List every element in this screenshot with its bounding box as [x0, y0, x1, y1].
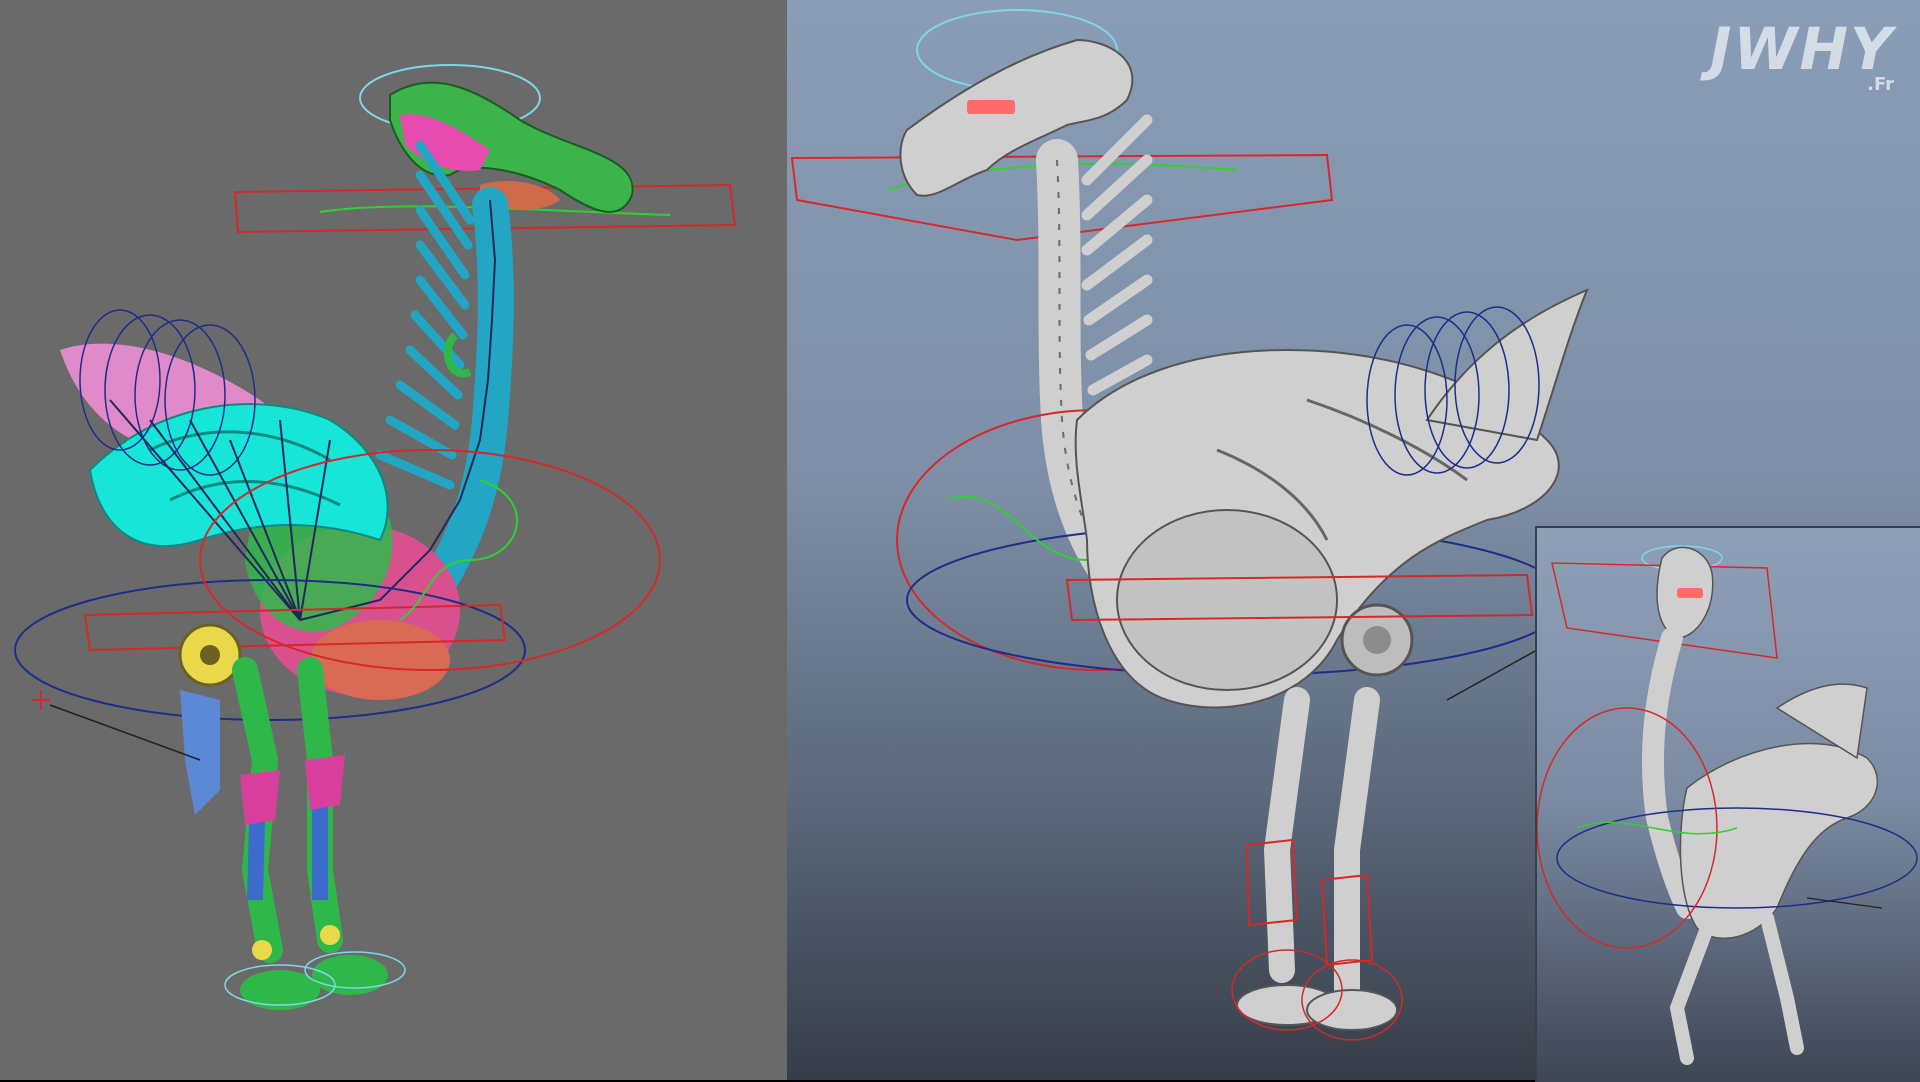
bird-robot-inset-model: [1537, 545, 1918, 1065]
watermark-logo: JWHY .Fr: [1710, 20, 1894, 95]
inset-perspective-view[interactable]: [1535, 526, 1920, 1082]
bird-robot-colored-model: [14, 64, 737, 1010]
logo-main-text: JWHY: [1709, 15, 1894, 83]
color-coded-rig-view[interactable]: [0, 0, 787, 1080]
